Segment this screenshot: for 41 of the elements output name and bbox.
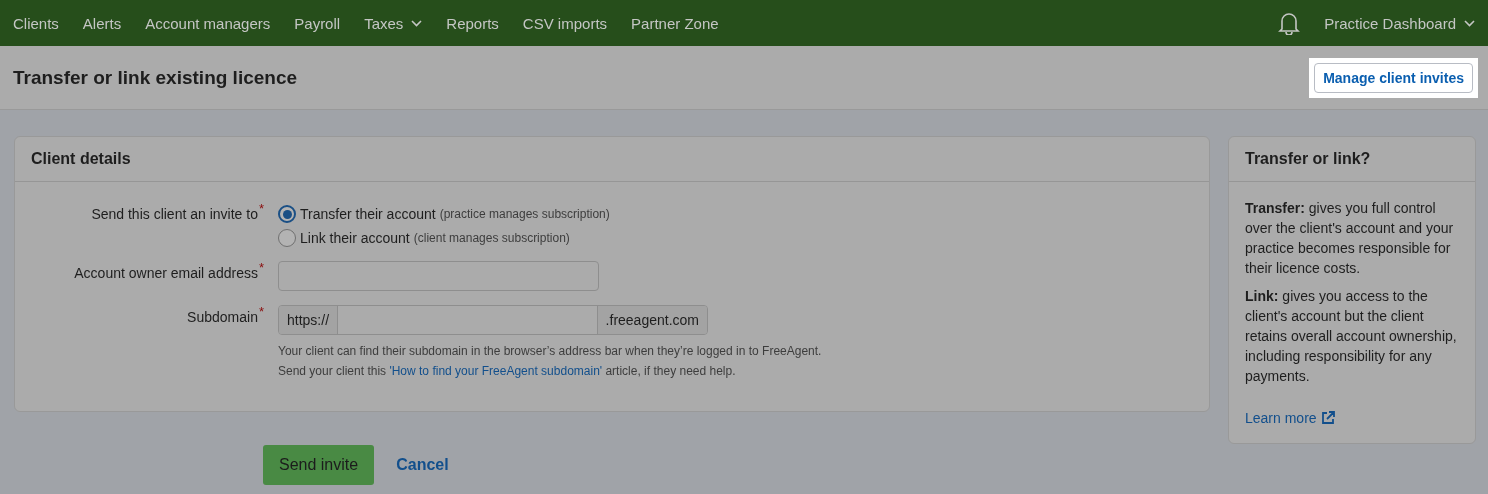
option-note: (practice manages subscription) (439, 207, 610, 221)
suffix-addon: .freeagent.com (597, 306, 707, 334)
help-text: Send your client this 'How to find your FreeAgent subdomain' article, if they need help. (278, 364, 736, 378)
chevron-down-icon (411, 19, 423, 27)
field-label: Send this client an invite to (91, 206, 258, 222)
manage-invites-button[interactable]: Manage client invites (1314, 62, 1473, 93)
email-field[interactable] (278, 261, 599, 291)
help-text: Your client can find their subdomain in the browser’s address bar when they’re logged in to FreeAgent. (278, 344, 822, 358)
required-mark: * (258, 260, 264, 275)
card-title: Client details (15, 137, 1209, 182)
external-link-icon (1320, 411, 1335, 425)
nav-link[interactable]: Account managers (145, 14, 271, 32)
page-title: Transfer or link existing licence (13, 66, 298, 89)
info-paragraph: Link: gives you access to the client's account but the client retains overall account ownership, including responsibility for any payments. (1245, 287, 1458, 386)
nav-link[interactable]: Taxes (364, 14, 423, 32)
learn-more-link[interactable]: Learn more (1245, 410, 1335, 426)
prefix-addon: https:// (279, 306, 338, 334)
chevron-down-icon (1464, 19, 1475, 27)
nav-link[interactable]: CSV imports (522, 14, 608, 32)
help-article-link[interactable]: 'How to find your FreeAgent subdomain' (389, 364, 603, 378)
required-mark: * (258, 304, 264, 319)
nav-link[interactable]: Partner Zone (631, 14, 719, 32)
option-label: Transfer their account (300, 206, 436, 222)
card-title: Transfer or link? (1229, 137, 1475, 182)
radio-button[interactable] (278, 205, 296, 223)
info-paragraph: Transfer: gives you full control over the client's account and your practice becomes responsible for their licence costs. (1245, 199, 1455, 278)
nav-link[interactable]: Alerts (82, 14, 122, 32)
subdomain-field[interactable]: https:// .freeagent.com (278, 305, 708, 335)
option-note: (client manages subscription) (413, 231, 570, 245)
required-mark: * (258, 201, 264, 216)
bell-icon[interactable] (1278, 11, 1301, 35)
option-label: Link their account (300, 230, 410, 246)
nav-link[interactable]: Clients (13, 14, 59, 32)
radio-button[interactable] (278, 229, 296, 247)
nav-link[interactable]: Payroll (294, 14, 341, 32)
account-menu[interactable]: Practice Dashboard (1324, 14, 1475, 32)
field-label: Account owner email address (74, 265, 258, 281)
nav-link[interactable]: Reports (446, 14, 499, 32)
cancel-link[interactable]: Cancel (396, 456, 449, 474)
field-label: Subdomain (187, 309, 258, 325)
send-invite-button[interactable]: Send invite (263, 445, 375, 485)
